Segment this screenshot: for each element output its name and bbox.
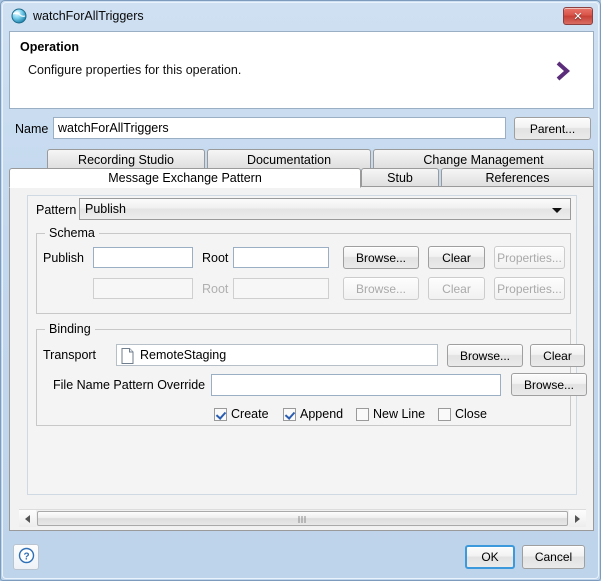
name-input[interactable]	[53, 117, 506, 139]
checkbox-new-line-box[interactable]	[356, 407, 369, 421]
pattern-value: Publish	[85, 202, 126, 216]
tab-bar: Recording Studio Documentation Change Ma…	[9, 149, 594, 188]
banner-title: Operation	[20, 40, 80, 54]
globe-icon	[11, 8, 27, 24]
checkbox-create[interactable]: Create	[214, 407, 269, 421]
transport-input[interactable]: RemoteStaging	[116, 344, 438, 366]
binding-group-title: Binding	[45, 322, 95, 336]
tab-stub[interactable]: Stub	[361, 168, 439, 187]
checkbox-new-line[interactable]: New Line	[356, 407, 425, 421]
schema-root-input-2	[233, 278, 329, 299]
window-title: watchForAllTriggers	[33, 9, 144, 23]
ok-button[interactable]: OK	[465, 545, 515, 569]
checkbox-create-box[interactable]	[214, 407, 227, 421]
scroll-left-icon[interactable]	[19, 510, 36, 527]
schema-publish-label: Publish	[43, 251, 84, 265]
chevron-right-icon	[550, 56, 576, 86]
checkbox-create-label: Create	[231, 407, 269, 421]
tab-content-panel: Pattern Publish Schema Publish Root Brow…	[9, 186, 594, 531]
document-icon	[121, 348, 134, 364]
schema-browse-button-2: Browse...	[343, 277, 419, 300]
transport-clear-button[interactable]: Clear	[530, 344, 585, 367]
help-button[interactable]: ?	[13, 544, 39, 570]
close-button[interactable]: ✕	[563, 7, 593, 25]
checkbox-close-label: Close	[455, 407, 487, 421]
schema-publish-input-2	[93, 278, 193, 299]
checkbox-new-line-label: New Line	[373, 407, 426, 421]
banner-header: Operation Configure properties for this …	[9, 31, 594, 109]
transport-browse-button[interactable]: Browse...	[447, 344, 523, 367]
schema-root-label-2: Root	[202, 282, 229, 296]
filename-pattern-input[interactable]	[211, 374, 501, 396]
transport-value: RemoteStaging	[140, 348, 227, 362]
pattern-dropdown[interactable]: Publish	[79, 198, 571, 220]
scrollbar-thumb[interactable]	[37, 511, 568, 526]
dialog-window: watchForAllTriggers ✕ Operation Configur…	[0, 0, 601, 581]
tab-references[interactable]: References	[441, 168, 594, 187]
schema-clear-button-2: Clear	[428, 277, 485, 300]
cancel-button[interactable]: Cancel	[522, 545, 585, 569]
tab-change-management[interactable]: Change Management	[373, 149, 594, 169]
schema-properties-button-1: Properties...	[494, 246, 565, 269]
schema-root-input-1[interactable]	[233, 247, 329, 268]
close-icon: ✕	[573, 9, 583, 23]
chevron-down-icon	[552, 208, 562, 213]
schema-publish-input[interactable]	[93, 247, 193, 268]
pattern-label: Pattern	[36, 203, 77, 217]
filename-pattern-label: File Name Pattern Override	[53, 378, 206, 392]
horizontal-scrollbar[interactable]	[19, 509, 586, 527]
checkbox-append-box[interactable]	[283, 407, 296, 421]
schema-clear-button-1[interactable]: Clear	[428, 246, 485, 269]
schema-root-label-1: Root	[202, 251, 229, 265]
tab-message-exchange-pattern[interactable]: Message Exchange Pattern	[9, 168, 361, 188]
binding-group: Binding Transport RemoteStaging Browse..…	[36, 322, 587, 426]
tab-recording-studio[interactable]: Recording Studio	[47, 149, 205, 169]
checkbox-append-label: Append	[300, 407, 344, 421]
checkbox-close-box[interactable]	[438, 407, 451, 421]
schema-group-title: Schema	[45, 226, 99, 240]
svg-text:?: ?	[23, 551, 29, 562]
schema-group: Schema Publish Root Browse... Clear Prop…	[36, 226, 571, 314]
title-bar: watchForAllTriggers ✕	[3, 3, 600, 29]
filename-browse-button[interactable]: Browse...	[511, 373, 587, 396]
help-icon: ?	[18, 547, 35, 567]
checkbox-close[interactable]: Close	[438, 407, 487, 421]
parent-button[interactable]: Parent...	[514, 117, 591, 140]
tab-documentation[interactable]: Documentation	[207, 149, 371, 169]
scroll-right-icon[interactable]	[569, 510, 586, 527]
banner-description: Configure properties for this operation.	[28, 63, 242, 77]
settings-panel: Pattern Publish Schema Publish Root Brow…	[27, 195, 587, 495]
schema-properties-button-2: Properties...	[494, 277, 565, 300]
checkbox-append[interactable]: Append	[283, 407, 343, 421]
schema-browse-button-1[interactable]: Browse...	[343, 246, 419, 269]
name-label: Name	[15, 122, 49, 136]
scroll-grip-icon	[298, 516, 307, 523]
